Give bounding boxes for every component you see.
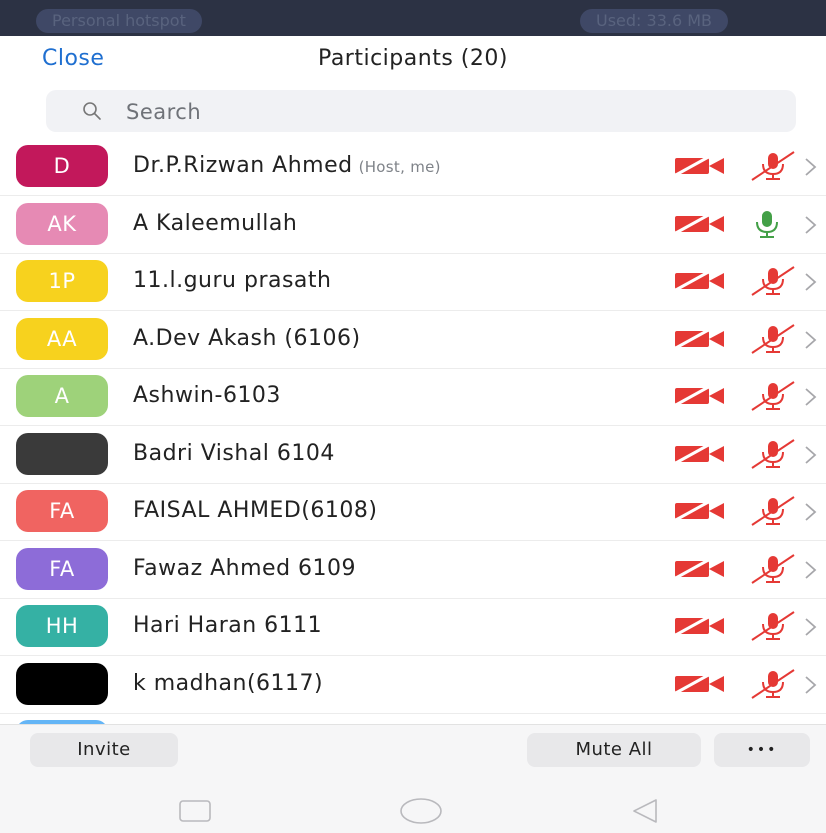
bottom-toolbar: Invite Mute All ••• — [0, 724, 826, 833]
mic-muted-icon[interactable] — [748, 436, 798, 476]
participant-name-text: A.Dev Akash (6106) — [133, 325, 361, 351]
participant-name-text: Badri Vishal 6104 — [133, 440, 335, 466]
video-off-icon[interactable] — [672, 671, 728, 700]
recent-apps-icon[interactable] — [178, 799, 212, 823]
chevron-right-icon[interactable] — [804, 330, 818, 354]
participant-name: k madhan(6117) — [133, 671, 323, 696]
participants-header: Close Participants (20) — [0, 36, 826, 86]
mic-muted-icon[interactable] — [748, 148, 798, 188]
participant-row[interactable]: D Dr.P.Rizwan Ahmed (Host, me) — [0, 138, 826, 196]
search-icon — [83, 102, 101, 120]
avatar: D — [16, 145, 108, 187]
mic-muted-icon[interactable] — [748, 263, 798, 303]
chevron-right-icon[interactable] — [804, 272, 818, 296]
avatar — [16, 432, 108, 475]
chevron-right-icon[interactable] — [804, 215, 818, 239]
participant-row[interactable]: 1P 11.l.guru prasath — [0, 253, 826, 311]
participant-name: Badri Vishal 6104 — [133, 441, 335, 466]
status-bar: Personal hotspot Used: 33.6 MB — [0, 0, 826, 36]
participant-name-text: Hari Haran 6111 — [133, 613, 323, 638]
avatar — [16, 662, 108, 705]
video-off-icon[interactable] — [672, 498, 728, 527]
participant-name: FAISAL AHMED(6108) — [133, 498, 377, 523]
participant-list[interactable]: D Dr.P.Rizwan Ahmed (Host, me) AK A Kaleemul… — [0, 138, 826, 724]
chevron-right-icon[interactable] — [804, 387, 818, 411]
participant-name: Fawaz Ahmed 6109 — [133, 556, 356, 581]
avatar: AA — [16, 317, 108, 360]
participant-row[interactable]: Badri Vishal 6104 — [0, 426, 826, 484]
video-off-icon[interactable] — [672, 153, 728, 182]
home-icon[interactable] — [398, 796, 444, 826]
mic-muted-icon[interactable] — [748, 493, 798, 533]
video-off-icon[interactable] — [672, 326, 728, 355]
participant-name-text: 11.l.guru prasath — [133, 268, 332, 293]
mute-all-button[interactable]: Mute All — [527, 733, 701, 767]
page-title: Participants (20) — [318, 46, 508, 71]
participant-row[interactable]: FA Fawaz Ahmed 6109 — [0, 541, 826, 599]
participant-name-text: Ashwin-6103 — [133, 383, 281, 408]
avatar: FA — [16, 490, 108, 532]
video-off-icon[interactable] — [672, 556, 728, 585]
participant-name: A.Dev Akash (6106) — [133, 326, 361, 351]
mic-muted-icon[interactable] — [748, 666, 798, 706]
mic-muted-icon[interactable] — [748, 608, 798, 648]
participant-row[interactable]: AK A Kaleemullah — [0, 196, 826, 254]
video-off-icon[interactable] — [672, 268, 728, 297]
video-off-icon[interactable] — [672, 383, 728, 412]
participant-row[interactable]: FA FAISAL AHMED(6108) — [0, 483, 826, 541]
mic-muted-icon[interactable] — [748, 378, 798, 418]
participant-name-text: A Kaleemullah — [133, 210, 298, 236]
participant-row[interactable]: AA A.Dev Akash (6106) — [0, 311, 826, 369]
participant-name: Ashwin-6103 — [133, 383, 281, 408]
video-off-icon[interactable] — [672, 613, 728, 642]
avatar: AK — [16, 202, 108, 245]
participant-row[interactable]: A Ashwin-6103 — [0, 368, 826, 426]
chevron-right-icon[interactable] — [804, 560, 818, 584]
participant-name: A Kaleemullah — [133, 211, 297, 236]
chevron-right-icon[interactable] — [804, 617, 818, 641]
data-usage-status: Used: 33.6 MB — [580, 9, 729, 33]
avatar: 1P — [16, 260, 108, 302]
mic-icon[interactable] — [748, 206, 798, 246]
back-icon[interactable] — [630, 797, 660, 825]
role-tag: (Host, me) — [358, 158, 441, 176]
mic-muted-icon[interactable] — [748, 321, 798, 361]
participant-name-text: Fawaz Ahmed 6109 — [133, 555, 357, 581]
participant-row[interactable]: k madhan(6117) — [0, 656, 826, 714]
participant-name: Dr.P.Rizwan Ahmed (Host, me) — [133, 153, 441, 178]
participant-name: Hari Haran 6111 — [133, 613, 322, 638]
search-input[interactable] — [124, 90, 768, 134]
chevron-right-icon[interactable] — [804, 157, 818, 181]
chevron-right-icon[interactable] — [804, 445, 818, 469]
chevron-right-icon[interactable] — [804, 675, 818, 699]
search-bar[interactable] — [46, 90, 796, 134]
avatar: FA — [16, 547, 108, 590]
video-off-icon[interactable] — [672, 211, 728, 240]
video-off-icon[interactable] — [672, 441, 728, 470]
participant-row[interactable]: HH Hari Haran 6111 — [0, 598, 826, 656]
participant-name: 11.l.guru prasath — [133, 268, 332, 293]
participant-name-text: k madhan(6117) — [133, 670, 324, 696]
avatar: A — [16, 375, 108, 417]
invite-button[interactable]: Invite — [30, 733, 178, 767]
chevron-right-icon[interactable] — [804, 502, 818, 526]
hotspot-status: Personal hotspot — [36, 9, 202, 33]
mic-muted-icon[interactable] — [748, 551, 798, 591]
participant-name-text: Dr.P.Rizwan Ahmed — [133, 153, 353, 178]
more-button[interactable]: ••• — [714, 733, 810, 767]
avatar: HH — [16, 605, 108, 647]
participant-name-text: FAISAL AHMED(6108) — [133, 498, 378, 523]
